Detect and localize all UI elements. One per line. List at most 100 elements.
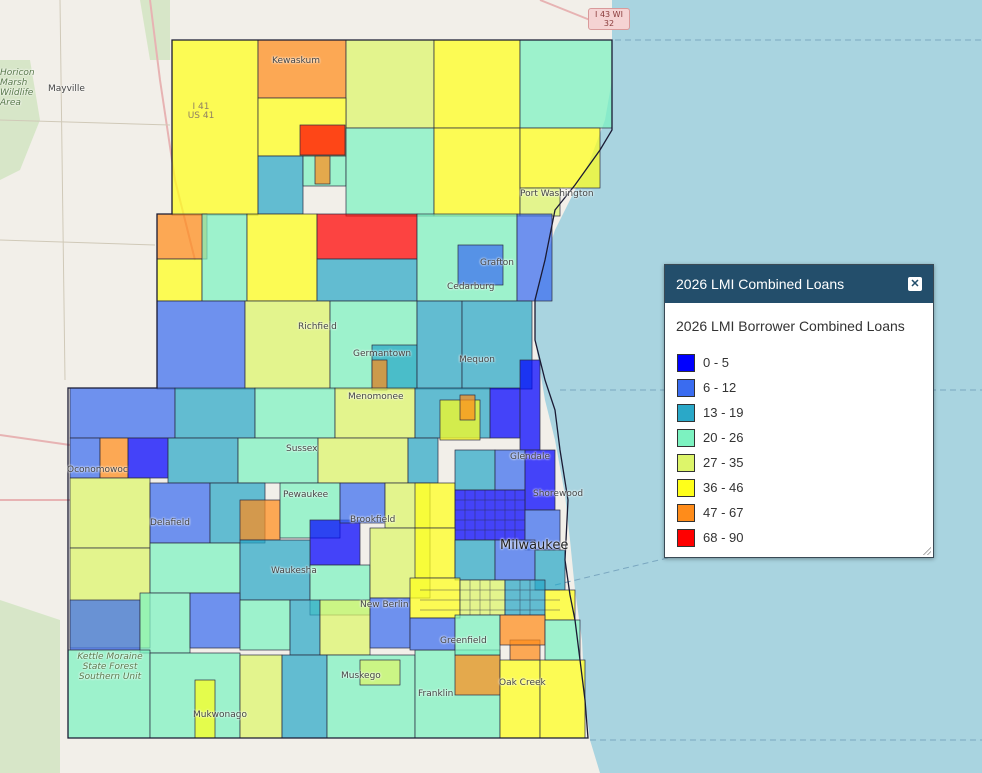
- legend-swatch: [677, 453, 695, 472]
- place-label: Muskego: [341, 671, 381, 681]
- tract: [194, 679, 216, 739]
- place-label: Grafton: [480, 258, 514, 268]
- tract: [257, 39, 347, 99]
- tract: [174, 387, 256, 439]
- legend-label: 27 - 35: [703, 455, 744, 470]
- tract: [345, 39, 435, 129]
- place-label: Menomonee: [348, 392, 404, 402]
- legend-swatch: [677, 378, 695, 397]
- tract: [289, 599, 321, 656]
- legend-label: 0 - 5: [703, 355, 730, 370]
- tract: [454, 614, 501, 656]
- legend-label: 20 - 26: [703, 430, 744, 445]
- legend-label: 13 - 19: [703, 405, 744, 420]
- tract: [246, 213, 318, 302]
- tract: [539, 659, 586, 739]
- place-label: Horicon Marsh Wildlife Area: [0, 68, 35, 108]
- legend-swatch: [677, 428, 695, 447]
- place-label: Greenfield: [440, 636, 487, 646]
- legend-item: 13 - 19: [677, 400, 743, 425]
- tract: [156, 258, 203, 302]
- tract: [69, 599, 141, 651]
- tract: [316, 258, 418, 302]
- tract: [317, 437, 409, 484]
- tract: [407, 437, 439, 484]
- tract: [499, 659, 541, 739]
- legend-item: 68 - 90: [677, 525, 743, 550]
- tract: [171, 39, 259, 216]
- tract: [156, 300, 246, 390]
- place-label: Pewaukee: [283, 490, 329, 500]
- place-label: Cedarburg: [447, 282, 495, 292]
- tract: [299, 124, 346, 156]
- legend-header: 2026 LMI Combined Loans ✕: [665, 265, 933, 303]
- legend-item: 0 - 5: [677, 350, 743, 375]
- tract: [459, 394, 476, 421]
- tract: [345, 127, 435, 217]
- place-label: Kettle Moraine State Forest Southern Uni…: [77, 652, 143, 682]
- tract: [254, 387, 336, 439]
- tract: [499, 614, 546, 646]
- tract: [257, 155, 304, 215]
- place-label: Mequon: [459, 355, 495, 365]
- tract: [519, 127, 601, 189]
- tract: [149, 482, 211, 544]
- tract: [433, 127, 521, 217]
- tract: [149, 542, 241, 594]
- place-label: Mayville: [48, 84, 85, 94]
- legend-item: 20 - 26: [677, 425, 743, 450]
- legend-label: 6 - 12: [703, 380, 737, 395]
- tract: [239, 599, 291, 651]
- place-label: Milwaukee: [500, 538, 569, 553]
- tract: [416, 300, 463, 390]
- tract: [139, 592, 191, 654]
- legend-swatch: [677, 353, 695, 372]
- legend-label: 36 - 46: [703, 480, 744, 495]
- legend-swatch: [677, 503, 695, 522]
- tract: [433, 39, 521, 129]
- legend-swatch: [677, 528, 695, 547]
- place-label: Kewaskum: [272, 56, 320, 66]
- tract: [127, 437, 169, 479]
- tract: [414, 482, 456, 529]
- tract: [409, 577, 461, 619]
- tract: [69, 477, 151, 549]
- place-label: Port Washington: [520, 189, 594, 199]
- legend-item: 6 - 12: [677, 375, 743, 400]
- tract: [69, 387, 176, 439]
- tract: [167, 437, 239, 484]
- tract: [489, 387, 521, 439]
- tract: [314, 155, 331, 185]
- legend-subtitle: 2026 LMI Borrower Combined Loans: [676, 318, 905, 334]
- route-shield: I 41 US 41: [187, 102, 215, 121]
- legend-item: 27 - 35: [677, 450, 743, 475]
- tract: [544, 619, 581, 661]
- tract: [454, 449, 496, 491]
- tract: [519, 39, 613, 129]
- close-icon[interactable]: ✕: [908, 277, 922, 291]
- tract: [156, 213, 208, 260]
- place-label: Waukesha: [271, 566, 317, 576]
- legend-title: 2026 LMI Combined Loans: [676, 276, 845, 292]
- place-label: Glendale: [510, 452, 550, 462]
- route-shield: I 43 WI 32: [588, 8, 630, 30]
- place-label: Delafield: [150, 518, 190, 528]
- tract: [309, 519, 361, 566]
- legend-item: 36 - 46: [677, 475, 743, 500]
- resize-grip-icon[interactable]: [923, 547, 931, 555]
- legend-swatch: [677, 478, 695, 497]
- place-label: Oak Creek: [499, 678, 546, 688]
- place-label: Germantown: [353, 349, 412, 359]
- tract: [316, 213, 418, 260]
- place-label: Mukwonago: [193, 710, 247, 720]
- place-label: Richfield: [298, 322, 337, 332]
- tract: [244, 300, 331, 390]
- legend-panel: 2026 LMI Combined Loans ✕ 2026 LMI Borro…: [664, 264, 934, 558]
- place-label: Oconomowoc: [67, 465, 128, 475]
- tract: [454, 489, 526, 541]
- tract: [239, 499, 281, 541]
- tract: [414, 527, 456, 579]
- tract: [201, 213, 248, 302]
- place-label: Brookfield: [350, 515, 396, 525]
- place-label: Franklin: [418, 689, 454, 699]
